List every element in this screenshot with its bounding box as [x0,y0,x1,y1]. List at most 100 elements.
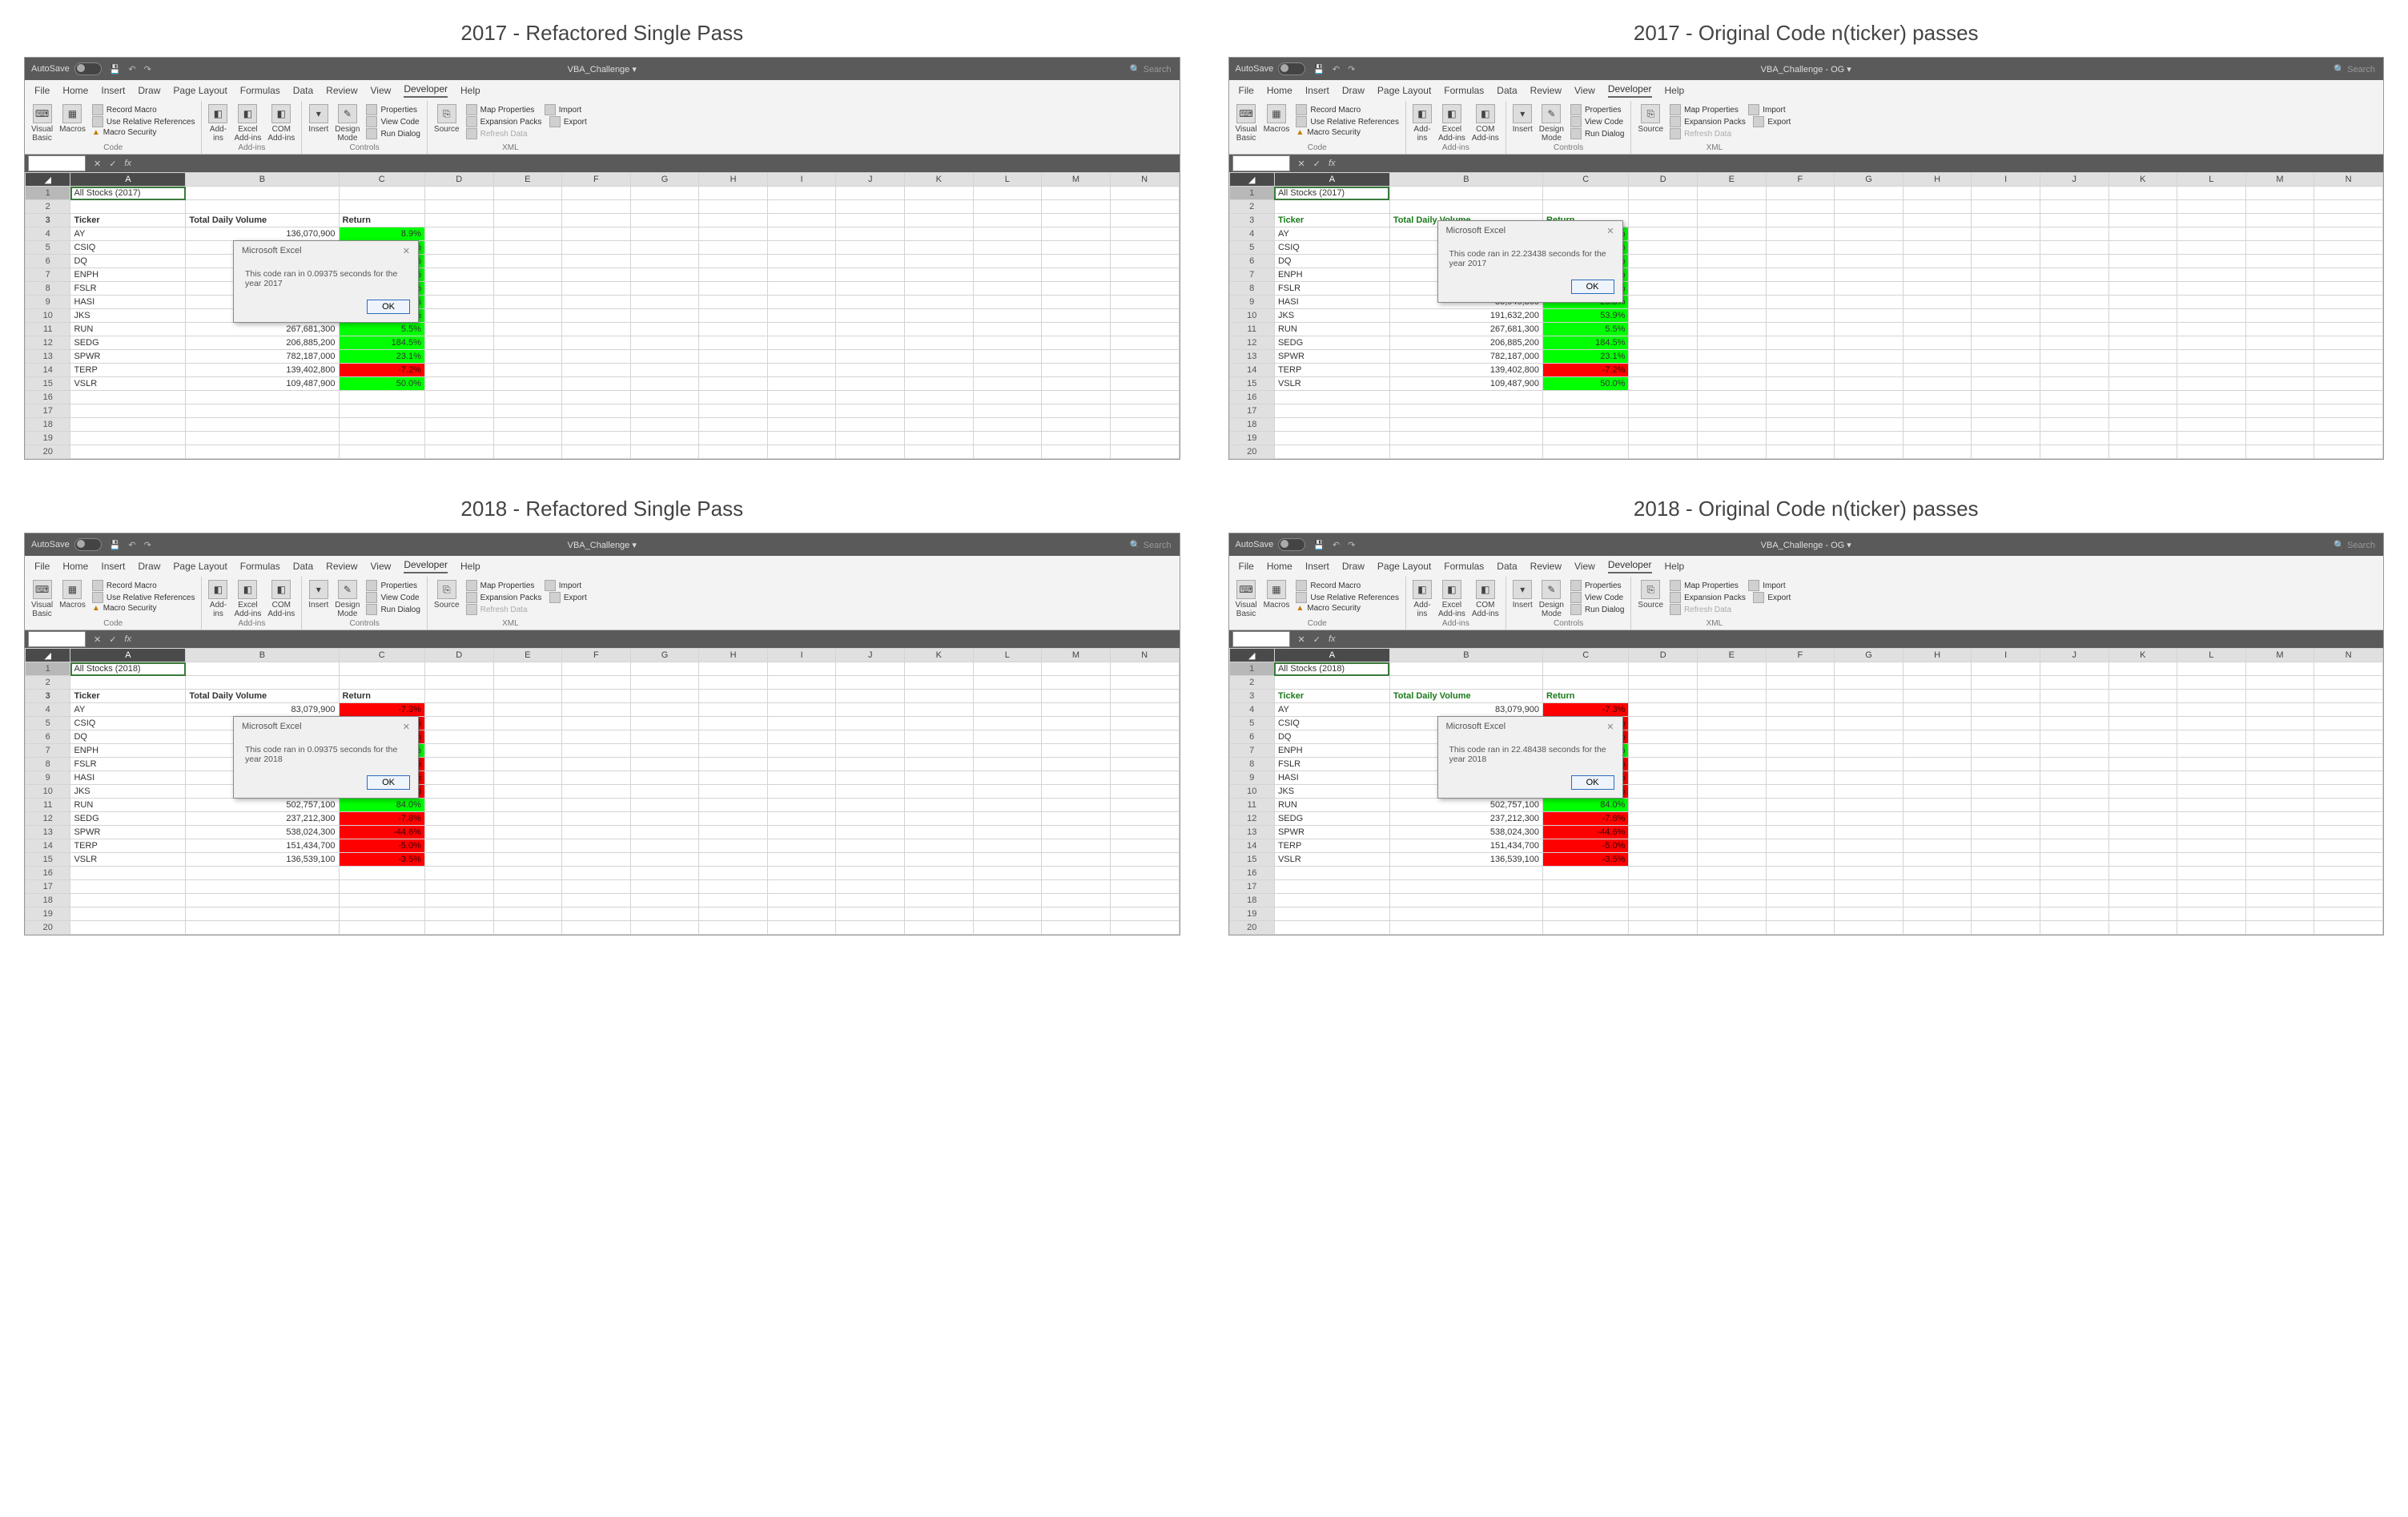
cell[interactable] [1042,227,1111,241]
cell[interactable] [767,853,836,867]
cell[interactable] [630,309,699,323]
cell[interactable] [2314,676,2383,690]
cell[interactable] [973,227,1042,241]
cell[interactable] [630,730,699,744]
row-header-10[interactable]: 10 [26,309,70,323]
cell[interactable] [2177,200,2246,214]
cell[interactable] [1389,187,1542,200]
cell[interactable] [905,744,974,758]
cell[interactable] [1903,323,1972,336]
cell-ticker[interactable]: TERP [70,364,186,377]
row-header-8[interactable]: 8 [26,282,70,296]
col-header-A[interactable]: A [70,173,186,187]
menu-formulas[interactable]: Formulas [1444,85,1484,96]
cell[interactable] [562,377,631,391]
cell[interactable] [973,432,1042,445]
cell[interactable] [973,418,1042,432]
cell[interactable] [2245,404,2314,418]
cell[interactable] [630,676,699,690]
xml-source-button[interactable]: ⎘Source [1638,104,1663,134]
cell[interactable] [1903,758,1972,771]
cell[interactable] [905,391,974,404]
cell[interactable] [2245,391,2314,404]
menu-help[interactable]: Help [460,561,480,572]
cell[interactable] [905,703,974,717]
cell[interactable] [493,853,562,867]
cell[interactable] [1835,377,1903,391]
search-box[interactable]: 🔍 Search [1130,540,1172,550]
col-header-B[interactable]: B [186,649,339,662]
cell[interactable] [836,921,905,935]
cell[interactable] [424,227,493,241]
cell[interactable] [2109,826,2177,839]
name-box[interactable] [28,631,86,647]
cell[interactable] [973,785,1042,799]
cell[interactable] [424,404,493,418]
cell[interactable] [2314,744,2383,758]
cell[interactable] [493,785,562,799]
cell[interactable] [1698,323,1767,336]
com-addins-button[interactable]: ◧COM Add-ins [267,580,295,618]
cell[interactable] [1972,241,2040,255]
menu-developer[interactable]: Developer [1608,83,1652,98]
cell[interactable] [2177,227,2246,241]
row-header-6[interactable]: 6 [1229,255,1274,268]
cell[interactable] [973,268,1042,282]
cell[interactable] [2109,350,2177,364]
cell-return[interactable]: -5.0% [1543,839,1629,853]
cell[interactable] [767,826,836,839]
col-header-D[interactable]: D [1629,649,1698,662]
cell[interactable] [493,227,562,241]
cell[interactable] [905,364,974,377]
cell[interactable] [1110,200,1179,214]
cell-return[interactable]: 23.1% [339,350,424,364]
cell[interactable] [562,703,631,717]
cell[interactable] [1110,282,1179,296]
cell[interactable] [1042,744,1111,758]
cell[interactable] [973,730,1042,744]
cell[interactable] [1389,404,1542,418]
cell[interactable] [1698,268,1767,282]
cell[interactable] [1698,717,1767,730]
cell[interactable] [767,364,836,377]
cell[interactable] [562,227,631,241]
col-header-E[interactable]: E [1698,649,1767,662]
cell[interactable] [1972,907,2040,921]
cell[interactable] [699,771,768,785]
cell-ticker[interactable]: SPWR [1274,350,1389,364]
cell[interactable] [1110,853,1179,867]
cell[interactable] [836,200,905,214]
cell[interactable] [562,255,631,268]
cell[interactable] [2040,880,2109,894]
cell[interactable] [1110,432,1179,445]
cell[interactable] [905,323,974,336]
cell[interactable] [2109,187,2177,200]
cell[interactable] [186,404,339,418]
cell[interactable] [2314,404,2383,418]
cell[interactable] [424,690,493,703]
cell[interactable] [767,717,836,730]
cell[interactable] [905,839,974,853]
cell[interactable] [1698,771,1767,785]
cell[interactable] [2245,662,2314,676]
cell[interactable] [905,404,974,418]
row-header-12[interactable]: 12 [1229,812,1274,826]
cell[interactable] [1903,839,1972,853]
cell[interactable] [1110,907,1179,921]
cell[interactable] [1835,758,1903,771]
cell[interactable] [1766,799,1835,812]
row-header-17[interactable]: 17 [1229,880,1274,894]
cell[interactable] [1698,799,1767,812]
row-header-12[interactable]: 12 [1229,336,1274,350]
cell[interactable] [905,799,974,812]
cell[interactable] [424,730,493,744]
cell[interactable] [562,907,631,921]
excel-addins-button[interactable]: ◧Excel Add-ins [1438,580,1465,618]
cell-return[interactable]: -7.2% [1543,364,1629,377]
enter-icon[interactable]: ✓ [1313,634,1321,645]
cell[interactable] [1543,662,1629,676]
cell[interactable] [2245,690,2314,703]
cell[interactable] [2314,296,2383,309]
cell[interactable] [1766,867,1835,880]
cell[interactable] [905,730,974,744]
